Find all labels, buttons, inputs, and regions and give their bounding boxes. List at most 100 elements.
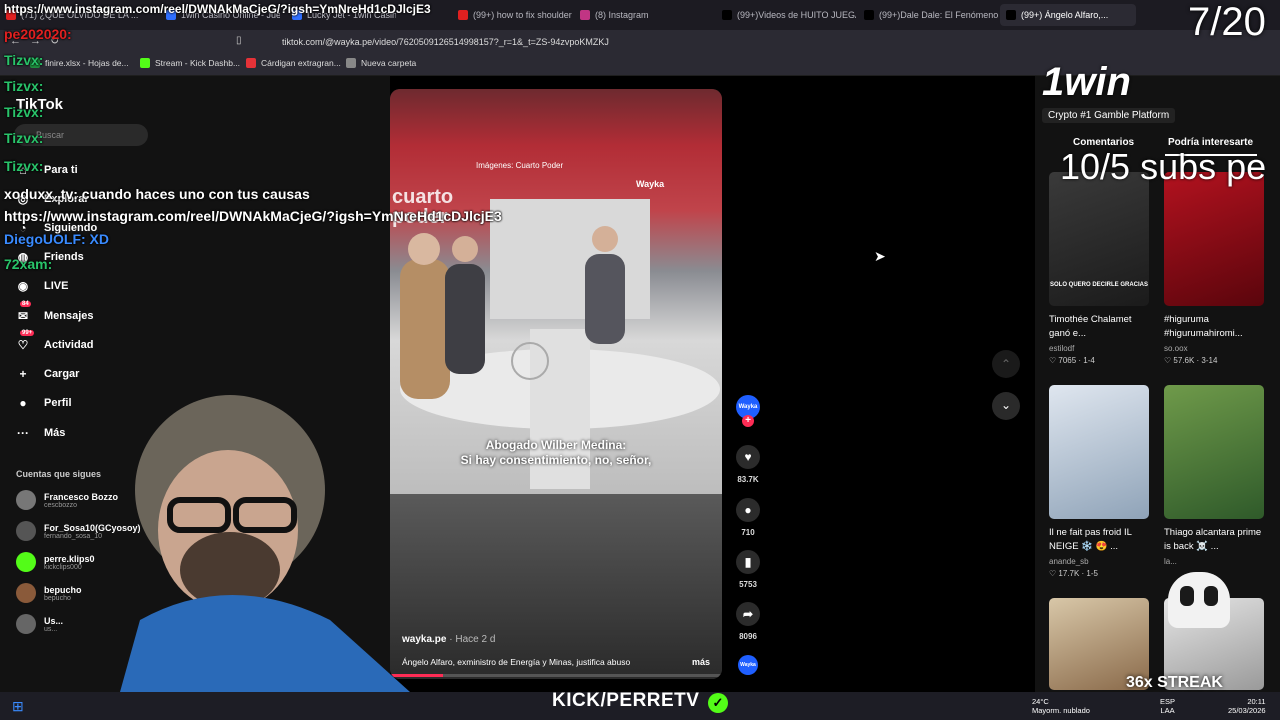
video-thumbnail (1164, 172, 1264, 306)
bookmark-icon[interactable]: ▯ (236, 35, 242, 46)
sidebar-item-label: Siguiendo (44, 222, 98, 234)
sidebar-item-siguiendo[interactable]: ◔ Siguiendo (16, 221, 97, 235)
prev-video-button[interactable]: ⌃ (992, 350, 1020, 378)
mouse-cursor-icon: ➤ (874, 248, 886, 264)
sidebar-item-perfil[interactable]: ● Perfil (16, 396, 72, 410)
more-link[interactable]: más (692, 657, 710, 667)
card-stats: ♡ 57.6K · 3-14 (1164, 356, 1218, 365)
back-icon[interactable]: ← (10, 35, 21, 47)
tiktok-logo[interactable]: TikTok (16, 96, 63, 113)
tab-favicon-icon (166, 10, 176, 20)
reload-icon[interactable]: ↻ (50, 34, 59, 47)
sidebar-item-cargar[interactable]: + Cargar (16, 367, 79, 381)
sidebar-item-mensajes[interactable]: 84 ✉ Mensajes (16, 301, 94, 323)
clock[interactable]: 20:11 25/03/2026 (1228, 697, 1266, 715)
follow-button[interactable]: + (730, 415, 766, 433)
video-player[interactable]: Imágenes: Cuarto Poder Wayka cuarto pode… (390, 89, 722, 679)
account-handle: kickclips000 (44, 563, 82, 571)
card-author: so.oox (1164, 344, 1188, 353)
following-title: Cuentas que sigues (16, 469, 102, 479)
bookmark-icon (346, 58, 356, 68)
tab-label: Lucky Jet - 1win Casino... (307, 10, 396, 20)
bookmark-icon (140, 58, 150, 68)
avatar (16, 583, 36, 603)
following-account[interactable]: Us... us... (16, 614, 63, 634)
comment-button[interactable]: ● 710 (730, 498, 766, 537)
messages-icon: ✉ (17, 309, 29, 323)
card-stats: ♡ 7065 · 1-4 (1049, 356, 1095, 365)
avatar (16, 614, 36, 634)
following-account[interactable]: perre.klips0 kickclips000 (16, 552, 95, 572)
next-video-button[interactable]: ⌄ (992, 392, 1020, 420)
upload-icon: + (19, 367, 27, 381)
like-button[interactable]: ♥ 83.7K (730, 445, 766, 484)
card-title: #higuruma #higurumahiromi... (1164, 314, 1243, 339)
sidebar-item-label: Perfil (44, 397, 72, 409)
account-handle: cescbozzo (44, 501, 78, 509)
card-title: Timothée Chalamet ganó e... (1049, 314, 1132, 339)
sidebar-item-friends[interactable]: ◍ Friends (16, 250, 84, 264)
tab-label: (71) ¿QUE OLVIDO DE LA ... (21, 10, 139, 20)
sidebar-item-live[interactable]: ◉ LIVE (16, 279, 69, 293)
progress-bar[interactable] (390, 674, 722, 677)
bookmark-item[interactable]: Cárdigan extragran... (246, 58, 341, 68)
browser-tab[interactable]: (71) ¿QUE OLVIDO DE LA ... (0, 4, 150, 26)
kick-label: KICK/PERRETV (552, 690, 700, 711)
forward-icon[interactable]: → (30, 35, 41, 47)
subtitle-line-2: Si hay consentimiento, no, señor, (460, 453, 652, 467)
browser-tab[interactable]: (99+) how to fix shoulder Mobility ... (452, 4, 572, 26)
chevron-down-icon: ⌄ (1000, 398, 1012, 412)
tab-favicon-icon (864, 10, 874, 20)
browser-tab[interactable]: Lucky Jet - 1win Casino... (286, 4, 396, 26)
video-description: Ángelo Alfaro, exministro de Energía y M… (402, 657, 631, 667)
suggested-video-card[interactable]: SOLO QUERO DECIRLE GRACIAS Timothée Chala… (1049, 172, 1149, 365)
browser-tab[interactable]: (99+) Ángelo Alfaro,... (1000, 4, 1136, 26)
bookmark-label: finire.xlsx - Hojas de... (45, 58, 129, 68)
sponsor-logo: 1win Crypto #1 Gamble Platform (1042, 60, 1192, 123)
windows-icon[interactable]: ⊞ (12, 698, 24, 715)
friends-icon: ◍ (17, 250, 29, 264)
sidebar-item-actividad[interactable]: 99+ ♡ Actividad (16, 330, 94, 352)
weather-widget[interactable]: 24°C Mayorm. nublado (1032, 697, 1090, 715)
url-field[interactable]: tiktok.com/@wayka.pe/video/7620509126514… (262, 34, 982, 50)
watermark: Wayka (636, 179, 665, 189)
bookmark-item[interactable]: finire.xlsx - Hojas de... (30, 58, 129, 68)
sidebar-item-label: Más (44, 427, 66, 439)
tab-label: (8) Instagram (595, 10, 649, 20)
tab-favicon-icon (292, 10, 302, 20)
bookmark-item[interactable]: Stream - Kick Dashb... (140, 58, 240, 68)
account-name: Us... (44, 615, 64, 626)
share-button[interactable]: ➦ 8096 (730, 602, 766, 641)
card-title: Il ne fait pas froid IL NEIGE ❄️ 😍 ... (1049, 527, 1132, 552)
language-indicator[interactable]: ESP LAA (1160, 697, 1175, 715)
account-name: bepucho (44, 584, 82, 595)
suggested-video-card[interactable]: #higuruma #higurumahiromi... so.oox ♡ 57.6… (1164, 172, 1264, 365)
browser-tab[interactable]: 1win Casino Online - Juega y ... (160, 4, 280, 26)
card-author: anande_sb (1049, 557, 1089, 566)
notification-badge: 84 (20, 301, 31, 307)
following-account[interactable]: bepucho bepucho (16, 583, 82, 603)
save-button[interactable]: ▮ 5753 (730, 550, 766, 589)
following-account[interactable]: Francesco Bozzo cescbozzo (16, 490, 118, 510)
sidebar-item-explorar[interactable]: ◎ Explorar (16, 192, 89, 206)
account-name: Francesco Bozzo (44, 491, 119, 502)
browser-tab[interactable]: (99+)Dale Dale: El Fenómeno... (858, 4, 998, 26)
avatar (16, 521, 36, 541)
music-disc[interactable]: Wayka (730, 655, 766, 681)
browser-tab[interactable]: (8) Instagram (574, 4, 704, 26)
search-input[interactable]: Buscar (14, 124, 148, 146)
bookmark-label: Stream - Kick Dashb... (155, 58, 241, 68)
suggested-video-card[interactable]: Thiago alcantara prime is back ☠️ ... la.… (1164, 385, 1264, 566)
browser-tab[interactable]: (99+)Videos de HUITO JUEGA ... (716, 4, 856, 26)
sidebar-item-label: Para ti (44, 164, 78, 176)
sidebar-item-para-ti[interactable]: ⌂ Para ti (16, 163, 78, 177)
sidebar-item-más[interactable]: ··· Más (16, 426, 65, 440)
suggested-video-card[interactable]: Il ne fait pas froid IL NEIGE ❄️ 😍 ... an… (1049, 385, 1149, 578)
bookmark-item[interactable]: Nueva carpeta (346, 58, 416, 68)
sponsor-brand: 1win (1042, 60, 1131, 104)
tab-label: (99+) Ángelo Alfaro,... (1021, 10, 1109, 20)
channel-brand: cuarto poder (392, 186, 454, 228)
comment-icon: ● (736, 498, 760, 522)
video-author[interactable]: wayka.pe · Hace 2 d (402, 634, 495, 645)
bookmark-icon (30, 58, 40, 68)
